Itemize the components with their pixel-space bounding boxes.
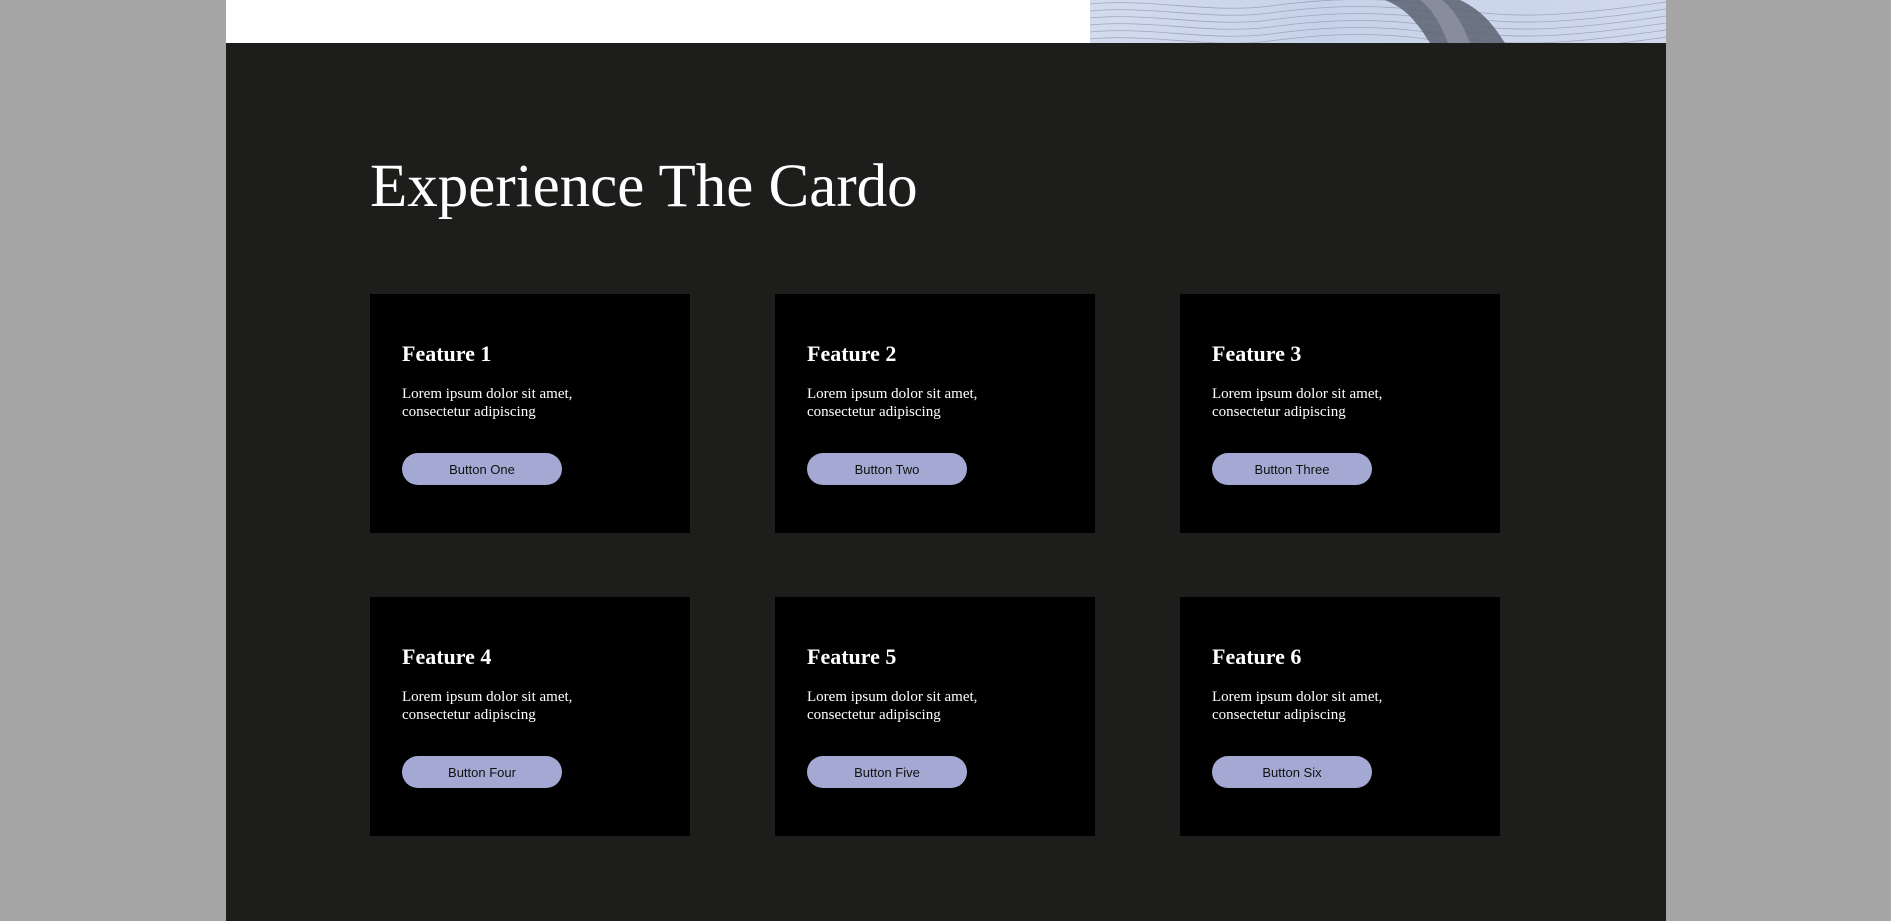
feature-card: Feature 4 Lorem ipsum dolor sit amet, co… [370,597,690,836]
feature-title: Feature 4 [402,644,492,669]
feature-button-three[interactable]: Button Three [1212,453,1372,485]
feature-button-six[interactable]: Button Six [1212,756,1372,788]
feature-title: Feature 1 [402,341,492,366]
wavy-lines-graphic [1090,0,1666,43]
feature-title: Feature 5 [807,644,897,669]
features-section: Experience The Cardo Feature 1 Lorem ips… [226,43,1666,921]
feature-description: Lorem ipsum dolor sit amet, consectetur … [807,689,978,723]
feature-card: Feature 3 Lorem ipsum dolor sit amet, co… [1180,294,1500,533]
feature-title: Feature 6 [1212,644,1302,669]
feature-card: Feature 1 Lorem ipsum dolor sit amet, co… [370,294,690,533]
feature-card: Feature 2 Lorem ipsum dolor sit amet, co… [775,294,1095,533]
page: Experience The Cardo Feature 1 Lorem ips… [226,0,1666,921]
section-heading: Experience The Cardo [370,153,918,220]
feature-button-five[interactable]: Button Five [807,756,967,788]
feature-description: Lorem ipsum dolor sit amet, consectetur … [1212,386,1383,420]
feature-description: Lorem ipsum dolor sit amet, consectetur … [402,689,573,723]
feature-description: Lorem ipsum dolor sit amet, consectetur … [807,386,978,420]
feature-card: Feature 5 Lorem ipsum dolor sit amet, co… [775,597,1095,836]
hero-strip [226,0,1666,43]
hero-image [1090,0,1666,43]
feature-description: Lorem ipsum dolor sit amet, consectetur … [402,386,573,420]
feature-description: Lorem ipsum dolor sit amet, consectetur … [1212,689,1383,723]
feature-title: Feature 3 [1212,341,1302,366]
feature-button-two[interactable]: Button Two [807,453,967,485]
feature-button-one[interactable]: Button One [402,453,562,485]
feature-card: Feature 6 Lorem ipsum dolor sit amet, co… [1180,597,1500,836]
feature-title: Feature 2 [807,341,897,366]
feature-button-four[interactable]: Button Four [402,756,562,788]
